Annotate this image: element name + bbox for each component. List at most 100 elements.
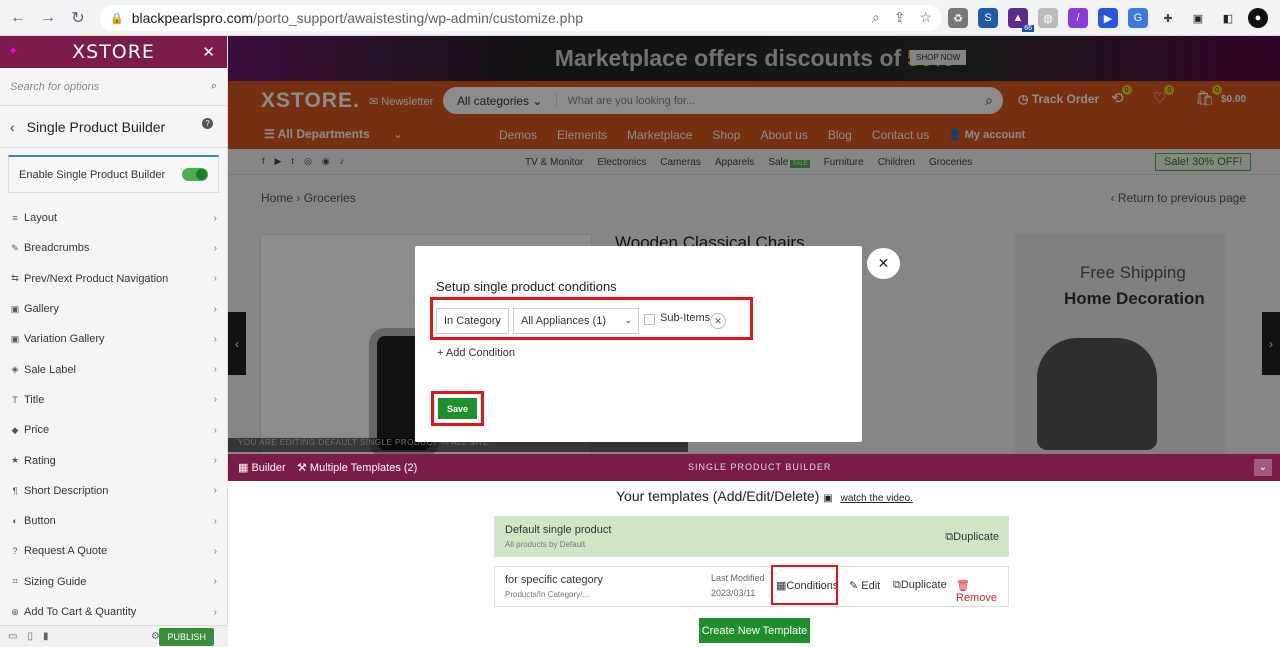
reload-icon[interactable]: ↻ [66, 6, 90, 30]
sidebar-item-label: Breadcrumbs [24, 242, 90, 255]
duplicate-label: Duplicate [953, 531, 999, 543]
sidebar-item-sizing-guide[interactable]: ⌗ Sizing Guide › [0, 567, 227, 597]
copy-icon: ⧉ [893, 579, 901, 591]
back-chevron-icon[interactable]: ‹ [10, 119, 15, 135]
edit-label: Edit [861, 580, 881, 592]
builder-tab[interactable]: ▦ Builder [238, 461, 286, 474]
remove-condition-icon[interactable]: ✕ [710, 313, 726, 329]
help-icon[interactable]: ? [202, 118, 213, 129]
edit-button[interactable]: ✎ Edit [849, 579, 880, 592]
search-options-field[interactable]: Search for options ⌕ [0, 68, 227, 106]
create-new-template-button[interactable]: Create New Template [699, 618, 810, 643]
address-bar[interactable]: 🔒 blackpearlspro.com/porto_support/awais… [100, 5, 942, 31]
share-icon[interactable]: ⇪ [894, 9, 906, 26]
sidebar-item-layout[interactable]: ≡ Layout › [0, 203, 227, 233]
sidebar-item-add-to-cart-quantity[interactable]: ⊕ Add To Cart & Quantity › [0, 597, 227, 627]
template-row-specific: for specific category Products/In Catego… [494, 566, 1009, 607]
watch-video-link[interactable]: watch the video. [841, 493, 913, 504]
sidebar-options-list: ≡ Layout › ✎ Breadcrumbs › ⇆ Prev/Next Product … [0, 203, 227, 627]
sidebar-item-sale-label[interactable]: ◈ Sale Label › [0, 354, 227, 384]
last-modified-date: 2023/03/11 [711, 588, 756, 598]
enable-builder-switch[interactable] [182, 168, 208, 181]
subitems-label: Sub-Items [660, 312, 711, 324]
modal-title: Setup single product conditions [436, 279, 617, 294]
multiple-templates-label: Multiple Templates (2) [309, 462, 418, 474]
extension-badge-icon[interactable]: ▲ 66 [1008, 8, 1034, 32]
sidebar-item-button[interactable]: ◐ Button › [0, 506, 227, 536]
publish-button[interactable]: PUBLISH [159, 628, 214, 646]
conditions-highlight [771, 565, 838, 605]
recycle-icon[interactable]: ♻ [948, 8, 968, 28]
sidebar-item-title[interactable]: T Title › [0, 385, 227, 415]
template-sub: All products by Default [505, 540, 586, 549]
modal-close-icon[interactable]: ✕ [867, 248, 900, 279]
ruler-icon: ⌗ [12, 576, 18, 587]
image-icon: ▣ [10, 303, 20, 314]
translate-icon[interactable]: G [1128, 8, 1148, 28]
sidebar-header: ✦ XSTORE ✕ [0, 36, 227, 68]
sidebar-item-short-description[interactable]: ¶ Short Description › [0, 476, 227, 506]
duplicate-label: Duplicate [900, 579, 947, 591]
sidebar-item-label: Prev/Next Product Navigation [24, 272, 169, 285]
multiple-templates-tab[interactable]: ⚒ Multiple Templates (2) [297, 461, 417, 474]
desktop-icon[interactable]: ▭ [8, 631, 17, 642]
your-templates-heading: Your templates (Add/Edit/Delete) ▣ watch… [616, 488, 913, 504]
back-icon[interactable]: ← [6, 6, 30, 30]
sidebar-item-label: Price [24, 424, 50, 437]
sidebar-item-prev-next-product-navigation[interactable]: ⇆ Prev/Next Product Navigation › [0, 264, 227, 294]
chevron-right-icon: › [213, 485, 217, 497]
forward-icon[interactable]: → [36, 6, 60, 30]
template-sub: Products/In Category/... [505, 590, 590, 599]
pencil-icon: ✎ [11, 242, 19, 253]
media-icon[interactable]: ◧ [1218, 8, 1238, 28]
sidepanel-icon[interactable]: ▣ [1188, 8, 1208, 28]
chevron-right-icon: › [213, 303, 217, 315]
add-condition-link[interactable]: + Add Condition [437, 347, 515, 359]
conditions-modal: Setup single product conditions In Categ… [415, 246, 862, 442]
enable-builder-label: Enable Single Product Builder [19, 168, 166, 181]
chevron-right-icon: › [213, 333, 217, 345]
mobile-icon[interactable]: ▮ [43, 631, 49, 642]
sidebar-item-label: Sale Label [24, 363, 76, 376]
pin-icon[interactable]: ✦ [8, 44, 18, 58]
price-tag-icon: ◆ [11, 424, 19, 435]
sidebar-item-variation-gallery[interactable]: ▣ Variation Gallery › [0, 324, 227, 354]
grid-icon: ▦ [238, 462, 252, 474]
bookmark-star-icon[interactable]: ☆ [919, 9, 932, 26]
sidebar-item-request-a-quote[interactable]: ? Request A Quote › [0, 536, 227, 566]
chevron-down-icon: ⌄ [624, 315, 632, 325]
sidebar-footer: ▭ ▯ ▮ ⚙ PUBLISH [0, 625, 228, 647]
close-icon[interactable]: ✕ [202, 43, 215, 61]
sidebar-item-price[interactable]: ◆ Price › [0, 415, 227, 445]
subitems-checkbox[interactable] [644, 314, 655, 325]
duplicate-button[interactable]: ⧉Duplicate [893, 579, 947, 592]
arrows-icon: ⇆ [11, 273, 19, 284]
tablet-icon[interactable]: ▯ [27, 631, 33, 642]
search-icon: ⌕ [210, 80, 217, 92]
copy-icon: ⧉ [945, 531, 954, 543]
remove-button[interactable]: 🗑Remove [956, 579, 1008, 604]
chevron-right-icon: › [213, 606, 217, 618]
sidebar-item-breadcrumbs[interactable]: ✎ Breadcrumbs › [0, 233, 227, 263]
chevron-right-icon: › [213, 242, 217, 254]
sidebar-item-rating[interactable]: ★ Rating › [0, 445, 227, 475]
condition-type-select[interactable]: In Category ⌄ [436, 308, 509, 334]
collapse-chevron-icon[interactable]: ⌄ [1254, 459, 1272, 476]
save-button[interactable]: Save [438, 398, 477, 419]
extension-s-icon[interactable]: S [978, 8, 998, 28]
chevron-down-icon: ⌄ [494, 315, 502, 325]
xstore-logo: XSTORE [72, 41, 155, 63]
video-icon[interactable]: ▶ [1098, 8, 1118, 28]
edit-icon: ✎ [849, 580, 862, 592]
profile-icon[interactable]: ● [1248, 8, 1268, 28]
sidebar-item-label: Rating [24, 454, 56, 467]
pen-icon[interactable]: / [1068, 8, 1088, 28]
puzzle-icon[interactable]: ✚ [1158, 8, 1178, 28]
globe-icon[interactable]: ◍ [1038, 8, 1058, 28]
zoom-icon[interactable]: ⌕ [872, 9, 880, 26]
condition-value-select[interactable]: All Appliances (1) ⌄ [513, 308, 639, 334]
condition-value-text: All Appliances (1) [521, 315, 606, 327]
duplicate-button[interactable]: ⧉Duplicate [945, 531, 999, 544]
sidebar-item-gallery[interactable]: ▣ Gallery › [0, 294, 227, 324]
trash-icon: 🗑 [956, 580, 970, 592]
